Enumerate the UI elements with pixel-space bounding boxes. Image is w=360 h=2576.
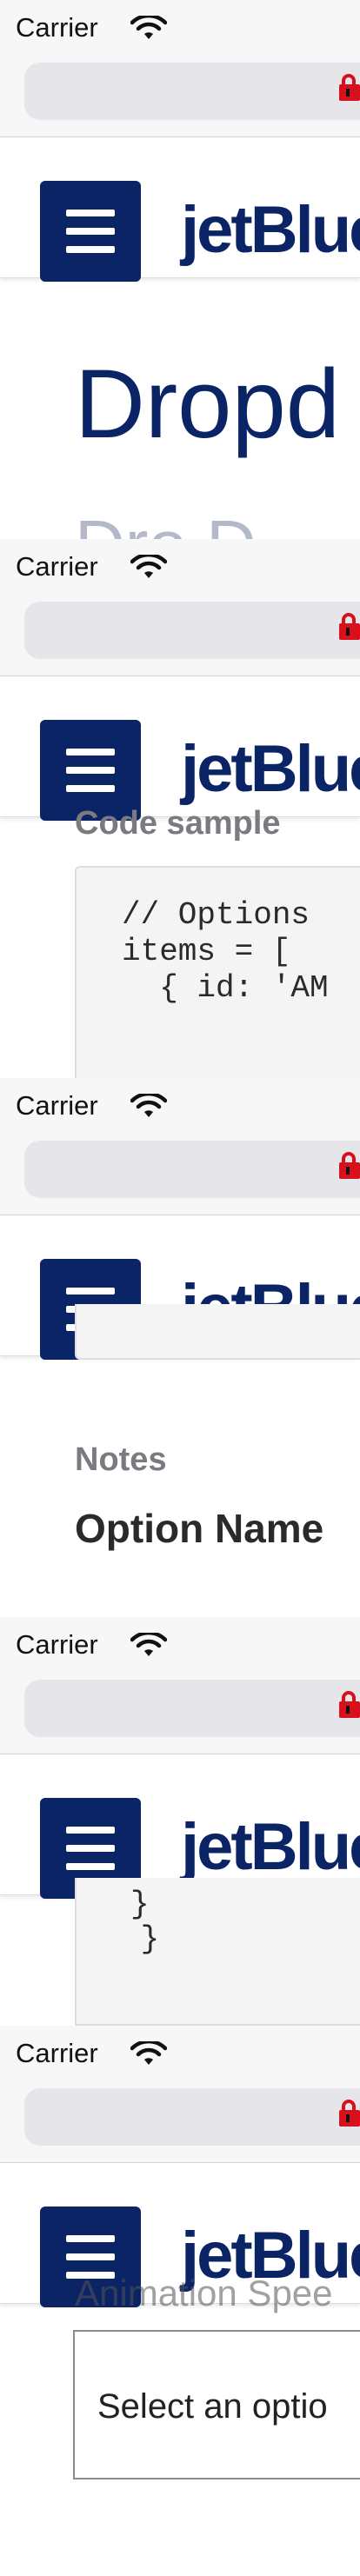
status-bar: Carrier: [0, 1617, 360, 1671]
hamburger-bar: [66, 785, 115, 792]
carrier-label: Carrier: [16, 12, 98, 43]
wifi-icon: [130, 2041, 167, 2065]
notes-label: Notes: [75, 1441, 167, 1478]
lock-icon: [339, 1691, 360, 1718]
status-bar: Carrier: [0, 539, 360, 593]
hamburger-bar: [66, 767, 115, 774]
screen-frame-4: Carrier jetBlue } }: [0, 1617, 360, 2026]
lock-icon: [339, 74, 360, 101]
page-content: Code sample // Options items = [ { id: '…: [0, 805, 360, 1078]
hamburger-menu-icon: [66, 2235, 115, 2242]
page-content: Notes Option Name: [0, 1304, 360, 1617]
site-header: jetBlue: [0, 137, 360, 282]
jetblue-logo[interactable]: jetBlue: [181, 730, 360, 809]
lock-icon: [339, 613, 360, 640]
hamburger-bar: [66, 228, 115, 235]
hamburger-menu-icon: [66, 210, 115, 216]
url-bar[interactable]: [24, 1680, 360, 1737]
hamburger-bar: [66, 1845, 115, 1852]
url-bar[interactable]: [24, 602, 360, 659]
hamburger-bar: [66, 2253, 115, 2260]
page-content: } }: [0, 1878, 360, 2026]
select-placeholder: Select an optio: [97, 2387, 328, 2426]
code-sample-label: Code sample: [75, 805, 281, 842]
option-select-dropdown[interactable]: Select an optio: [73, 2330, 360, 2479]
wifi-icon: [130, 1094, 167, 1117]
browser-toolbar: [0, 2080, 360, 2163]
browser-toolbar: [0, 1132, 360, 1215]
status-bar: Carrier: [0, 0, 360, 54]
code-line: items = [: [122, 934, 291, 969]
url-bar[interactable]: [24, 2088, 360, 2146]
url-bar[interactable]: [24, 63, 360, 120]
option-name-heading: Option Name: [75, 1506, 324, 1551]
browser-toolbar: [0, 593, 360, 676]
code-line: }: [130, 1887, 150, 1922]
browser-toolbar: [0, 54, 360, 137]
code-block: // Options items = [ { id: 'AM: [75, 866, 360, 1078]
page-title: Dropd: [75, 349, 341, 458]
browser-toolbar: [0, 1671, 360, 1754]
screen-frame-2: Carrier jetBlue Code sample // Options i…: [0, 539, 360, 1078]
screen-frame-1: Carrier jetBlue Dropd Dro D: [0, 0, 360, 539]
status-bar: Carrier: [0, 2026, 360, 2080]
carrier-label: Carrier: [16, 1090, 98, 1121]
page-content: Dropd Dro D: [0, 278, 360, 539]
code-block-tail: } }: [75, 1878, 360, 2026]
site-header: jetBlue: [0, 1754, 360, 1899]
page-content: Animation Spee Select an optio: [0, 2273, 360, 2576]
lock-icon: [339, 1152, 360, 1179]
carrier-label: Carrier: [16, 1629, 98, 1660]
status-bar: Carrier: [0, 1078, 360, 1132]
code-line: { id: 'AM: [122, 970, 329, 1006]
carrier-label: Carrier: [16, 2038, 98, 2068]
wifi-icon: [130, 16, 167, 39]
wifi-icon: [130, 1633, 167, 1656]
code-line: }: [122, 1921, 160, 1957]
hamburger-menu-icon: [66, 1288, 115, 1295]
url-bar[interactable]: [24, 1141, 360, 1198]
hamburger-menu-icon: [66, 749, 115, 755]
code-line: // Options: [122, 897, 310, 933]
animation-speed-label: Animation Spee: [75, 2273, 333, 2313]
jetblue-logo[interactable]: jetBlue: [181, 1808, 360, 1887]
screen-frame-5: Carrier jetBlue Animation Spee Select an…: [0, 2026, 360, 2576]
lock-icon: [339, 2100, 360, 2127]
screen-frame-3: Carrier jetBlue Notes Option Name: [0, 1078, 360, 1617]
carrier-label: Carrier: [16, 551, 98, 582]
wifi-icon: [130, 555, 167, 578]
hamburger-bar: [66, 1863, 115, 1870]
jetblue-logo[interactable]: jetBlue: [181, 191, 360, 270]
hamburger-menu-button[interactable]: [40, 181, 141, 282]
site-header: jetBlue: [0, 676, 360, 821]
page-title-overflow: Dro D: [75, 506, 257, 539]
hamburger-menu-icon: [66, 1827, 115, 1834]
code-block-bottom: [75, 1304, 360, 1360]
hamburger-bar: [66, 246, 115, 253]
